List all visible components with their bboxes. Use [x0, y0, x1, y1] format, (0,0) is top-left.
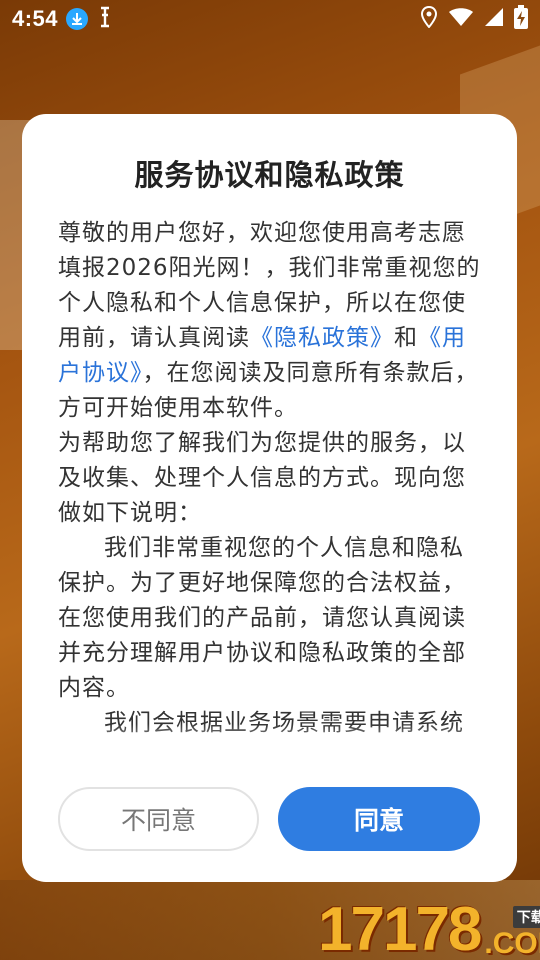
- download-icon: [66, 8, 89, 30]
- disagree-button[interactable]: 不同意: [58, 787, 259, 851]
- watermark-suffix: .COM: [484, 927, 540, 960]
- content-fade: [58, 724, 482, 758]
- privacy-policy-link[interactable]: 《隐私政策》: [250, 325, 394, 351]
- privacy-dialog: 服务协议和隐私政策 尊敬的用户您好，欢迎您使用高考志愿填报2026阳光网！，我们…: [22, 114, 517, 882]
- watermark-tag: 下载站: [512, 906, 540, 928]
- dialog-content[interactable]: 尊敬的用户您好，欢迎您使用高考志愿填报2026阳光网！，我们非常重视您的个人隐私…: [58, 216, 482, 756]
- dialog-title: 服务协议和隐私政策: [134, 158, 405, 192]
- content-text: 和: [394, 325, 418, 351]
- status-time: 4:54: [12, 6, 59, 31]
- site-watermark: 17178 下载站 .COM: [318, 895, 540, 960]
- signal-icon: [484, 7, 504, 31]
- usb-debug-icon: [98, 5, 112, 33]
- status-bar: 4:54: [0, 0, 540, 38]
- agree-button[interactable]: 同意: [278, 787, 480, 851]
- watermark-number: 17178: [318, 895, 482, 960]
- content-paragraph: 我们非常重视您的个人信息和隐私保护。为了更好地保障您的合法权益，在您使用我们的产…: [58, 535, 466, 701]
- location-icon: [420, 5, 438, 32]
- content-paragraph: 为帮助您了解我们为您提供的服务，以及收集、处理个人信息的方式。现向您做如下说明：: [58, 430, 466, 526]
- battery-charging-icon: [514, 5, 528, 33]
- content-paragraph: 尊敬的用户您好，欢迎您使用高考志愿填报2026阳光网！，我们非常重视您的个人隐私…: [58, 216, 482, 426]
- wifi-icon: [448, 7, 474, 31]
